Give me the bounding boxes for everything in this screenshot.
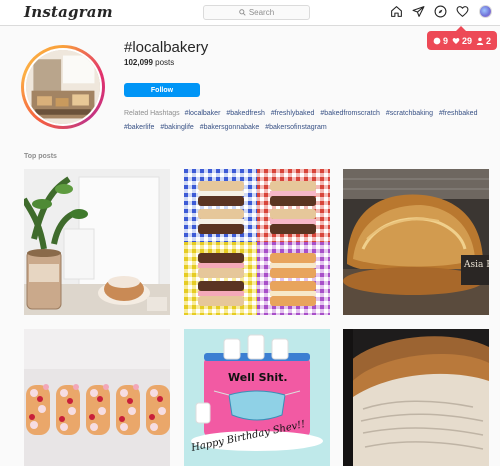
hashtag-profile-image (21, 45, 105, 129)
related-hashtag-link[interactable]: #localbaker (185, 110, 221, 117)
search-placeholder: Search (248, 8, 275, 17)
follow-button[interactable]: Follow (124, 83, 200, 97)
instagram-logo[interactable]: Instagram (24, 3, 113, 21)
post-thumbnail-6[interactable] (343, 329, 489, 466)
bread-sign-text: Asia B (463, 260, 489, 270)
person-icon (476, 37, 484, 45)
related-hashtag-link[interactable]: #bakinglife (160, 124, 193, 131)
direct-icon[interactable] (412, 5, 425, 18)
related-hashtag-link[interactable]: #freshlybaked (271, 110, 315, 117)
posts-count: 102,099 posts (124, 58, 174, 67)
activity-notification-badge[interactable]: 9 29 2 (427, 26, 497, 50)
comment-icon (433, 37, 441, 44)
home-icon[interactable] (390, 5, 403, 18)
heart-filled-icon (452, 37, 460, 44)
posts-count-value: 102,099 (124, 58, 153, 67)
post-thumbnail-2[interactable] (184, 169, 330, 315)
follows-count: 2 (476, 36, 491, 46)
search-icon (239, 9, 246, 16)
heart-icon[interactable] (456, 5, 469, 18)
search-input[interactable]: Search (203, 5, 310, 20)
related-hashtag-link[interactable]: #bakersofinstagram (265, 124, 326, 131)
posts-count-label: posts (155, 58, 175, 67)
likes-count: 29 (452, 36, 472, 46)
comments-count: 9 (433, 36, 448, 46)
hashtag-title: #localbakery (124, 39, 209, 56)
top-posts-heading: Top posts (24, 153, 57, 160)
profile-avatar[interactable] (479, 5, 492, 18)
related-hashtag-link[interactable]: #bakerlife (124, 124, 154, 131)
explore-icon[interactable] (434, 5, 447, 18)
related-hashtags-label: Related Hashtags (124, 110, 180, 117)
post-thumbnail-1[interactable] (24, 169, 170, 315)
related-hashtag-link[interactable]: #bakedfromscratch (320, 110, 380, 117)
related-hashtag-link[interactable]: #bakersgonnabake (200, 124, 260, 131)
post-thumbnail-3[interactable]: Asia B (343, 169, 489, 315)
cake-text: Well Shit. (228, 371, 288, 384)
related-hashtags: Related Hashtags #localbaker #bakedfresh… (124, 107, 484, 135)
related-hashtag-link[interactable]: #bakedfresh (226, 110, 265, 117)
top-navigation-bar: Instagram Search (0, 0, 500, 26)
related-hashtag-link[interactable]: #scratchbaking (386, 110, 433, 117)
post-thumbnail-5[interactable]: Well Shit. Happy Birthday Shev!! (184, 329, 330, 466)
related-hashtag-link[interactable]: #freshbaked (439, 110, 478, 117)
post-thumbnail-4[interactable] (24, 329, 170, 466)
